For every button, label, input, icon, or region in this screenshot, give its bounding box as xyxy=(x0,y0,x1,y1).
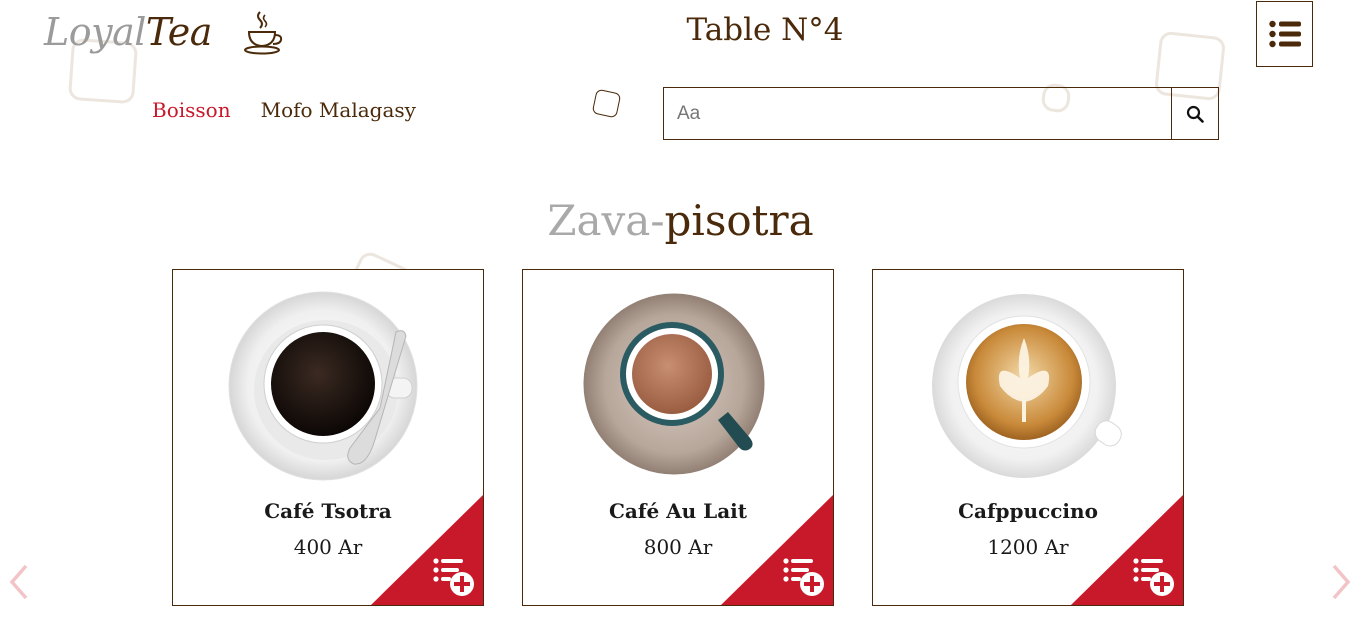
search-bar xyxy=(663,87,1219,140)
search-input[interactable] xyxy=(664,88,1171,139)
search-icon xyxy=(1186,105,1204,123)
product-image-black-coffee xyxy=(228,291,418,481)
section-title: Zava-pisotra xyxy=(0,196,1361,245)
category-tab-boisson[interactable]: Boisson xyxy=(152,98,231,122)
add-to-order-icon[interactable] xyxy=(1133,557,1175,597)
chevron-left-icon[interactable] xyxy=(4,562,34,602)
list-menu-icon xyxy=(1268,20,1301,48)
section-title-part1: Zava- xyxy=(547,196,665,245)
table-number: Table N°4 xyxy=(686,12,844,48)
menu-button[interactable] xyxy=(1256,1,1313,67)
search-button[interactable] xyxy=(1171,88,1218,139)
brand-part1: Loyal xyxy=(44,10,146,54)
section-title-part2: pisotra xyxy=(664,196,814,245)
category-tab-mofo-malagasy[interactable]: Mofo Malagasy xyxy=(261,98,416,122)
coffee-cup-icon xyxy=(244,11,283,55)
add-to-order-icon[interactable] xyxy=(433,557,475,597)
brand-part2: Tea xyxy=(145,10,213,54)
chevron-right-icon[interactable] xyxy=(1326,562,1356,602)
brand-logo[interactable]: LoyalTea xyxy=(44,10,212,54)
product-card[interactable]: Cafppuccino 1200 Ar xyxy=(872,269,1184,606)
category-nav: Boisson Mofo Malagasy xyxy=(152,98,416,122)
decorative-square xyxy=(591,88,622,119)
product-card[interactable]: Café Au Lait 800 Ar xyxy=(522,269,834,606)
product-image-cafe-au-lait xyxy=(580,290,768,478)
add-to-order-icon[interactable] xyxy=(783,557,825,597)
product-card[interactable]: Café Tsotra 400 Ar xyxy=(172,269,484,606)
product-image-cappuccino xyxy=(932,294,1122,478)
